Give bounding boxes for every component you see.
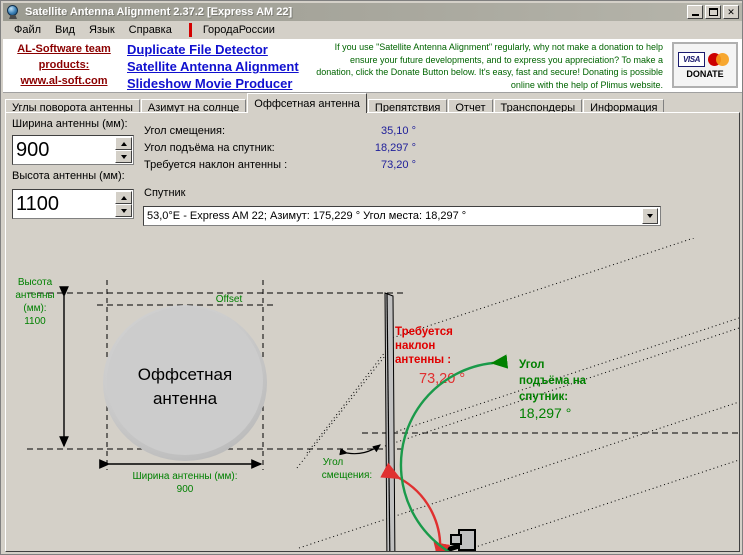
antenna-width-increment-button[interactable]	[115, 137, 132, 150]
chevron-down-icon	[120, 154, 127, 159]
mastercard-icon	[708, 52, 732, 67]
satellite-select[interactable]: 53,0°E - Express AM 22; Азимут: 175,229 …	[143, 206, 661, 226]
tilt-label-line-3: антенны :	[395, 354, 451, 366]
tab-bar: Углы поворота антенны Азимут на солнце О…	[5, 93, 740, 115]
antenna-width-stepper[interactable]: 900	[12, 135, 134, 165]
elevation-angle-value: 18,297 °	[374, 142, 416, 154]
satellite-selected-value: 53,0°E - Express AM 22; Азимут: 175,229 …	[147, 210, 467, 222]
minimize-icon	[691, 13, 699, 16]
offset-antenna-panel: Ширина антенны (мм): 900 Высота антенны …	[5, 112, 740, 552]
offset-angle-label: Угол смещения:	[144, 125, 226, 137]
product-link-slideshow-movie-producer[interactable]: Slideshow Movie Producer	[127, 75, 307, 92]
menu-bar: Файл Вид Язык Справка ГородаРоссии	[3, 21, 742, 39]
dish-caption-line-1: Оффсетная	[138, 365, 232, 384]
window-title: Satellite Antenna Alignment 2.37.2 [Expr…	[25, 6, 293, 18]
minimize-button[interactable]	[687, 5, 703, 19]
satellite-label: Спутник	[144, 187, 186, 199]
tab-offset-antenna[interactable]: Оффсетная антенна	[247, 93, 367, 113]
tilt-label-line-1: Требуется	[395, 326, 453, 338]
antenna-width-input[interactable]: 900	[13, 136, 115, 164]
menu-accent-divider	[188, 23, 192, 37]
menu-item-help[interactable]: Справка	[122, 23, 179, 37]
elevation-angle-label: Угол подъёма на спутник:	[144, 142, 275, 154]
offset-antenna-diagram: Оффсетная антенна Offset Высота антенны …	[7, 238, 739, 551]
dish-caption-line-2: антенна	[153, 389, 218, 408]
chevron-down-icon	[647, 214, 653, 218]
antenna-height-input[interactable]: 1100	[13, 190, 115, 218]
window-controls: ✕	[687, 5, 742, 19]
close-button[interactable]: ✕	[723, 5, 739, 19]
elevation-label-line-3: спутник:	[519, 391, 568, 403]
vendor-links: AL-Software team products: www.al-soft.c…	[7, 41, 121, 89]
close-icon: ✕	[727, 6, 735, 17]
antenna-width-decrement-button[interactable]	[115, 150, 132, 163]
product-link-duplicate-file-detector[interactable]: Duplicate File Detector	[127, 41, 307, 58]
antenna-height-decrement-button[interactable]	[115, 204, 132, 217]
chevron-down-icon	[120, 208, 127, 213]
menu-item-language[interactable]: Язык	[82, 23, 122, 37]
required-tilt-value: 73,20 °	[381, 159, 416, 171]
chevron-up-icon	[120, 141, 127, 146]
donation-promo-text: If you use "Satellite Antenna Alignment"…	[316, 42, 663, 90]
elevation-label-line-2: подъёма на	[519, 375, 587, 387]
offset-angle-label-line-2: смещения:	[322, 470, 372, 481]
elevation-value: 18,297 °	[519, 405, 571, 421]
donate-button[interactable]: VISA DONATE	[672, 42, 738, 88]
offset-angle-value: 35,10 °	[381, 125, 416, 137]
diagram-height-label-3: (мм):	[23, 303, 46, 314]
offset-angle-label-line-1: Угол	[323, 457, 344, 468]
satellite-dropdown-button[interactable]	[642, 208, 658, 224]
tilt-label-line-2: наклон	[395, 340, 435, 352]
diagram-height-label-2: антенны	[15, 290, 54, 301]
diagram-height-label-1: Высота	[18, 277, 53, 288]
offset-caption: Offset	[216, 294, 243, 305]
chevron-up-icon	[120, 195, 127, 200]
diagram-height-value: 1100	[24, 316, 46, 327]
payment-card-icons: VISA	[678, 51, 732, 67]
vendor-line-2[interactable]: products:	[7, 57, 121, 73]
title-bar: Satellite Antenna Alignment 2.37.2 [Expr…	[3, 3, 742, 21]
product-links: Duplicate File Detector Satellite Antenn…	[127, 41, 307, 92]
vendor-line-3[interactable]: www.al-soft.com	[7, 73, 121, 89]
menu-item-file[interactable]: Файл	[7, 23, 48, 37]
menu-item-cities-of-russia[interactable]: ГородаРоссии	[196, 23, 282, 37]
visa-icon: VISA	[678, 51, 705, 67]
donate-button-label: DONATE	[686, 68, 724, 79]
antenna-height-increment-button[interactable]	[115, 191, 132, 204]
antenna-width-label: Ширина антенны (мм):	[12, 118, 128, 130]
elevation-label-line-1: Угол	[519, 359, 544, 371]
vendor-line-1[interactable]: AL-Software team	[7, 41, 121, 57]
product-link-satellite-antenna-alignment[interactable]: Satellite Antenna Alignment	[127, 58, 307, 75]
maximize-button[interactable]	[705, 5, 721, 19]
antenna-height-label: Высота антенны (мм):	[12, 170, 125, 182]
diagram-width-label: Ширина антенны (мм):	[132, 471, 237, 482]
diagram-width-value: 900	[177, 484, 194, 495]
antenna-height-stepper[interactable]: 1100	[12, 189, 134, 219]
menu-item-view[interactable]: Вид	[48, 23, 82, 37]
satellite-dish-icon	[5, 4, 21, 20]
advertisement-banner: AL-Software team products: www.al-soft.c…	[3, 39, 742, 93]
required-tilt-label: Требуется наклон антенны :	[144, 159, 288, 171]
maximize-icon	[708, 8, 718, 16]
application-window: Satellite Antenna Alignment 2.37.2 [Expr…	[0, 0, 743, 555]
